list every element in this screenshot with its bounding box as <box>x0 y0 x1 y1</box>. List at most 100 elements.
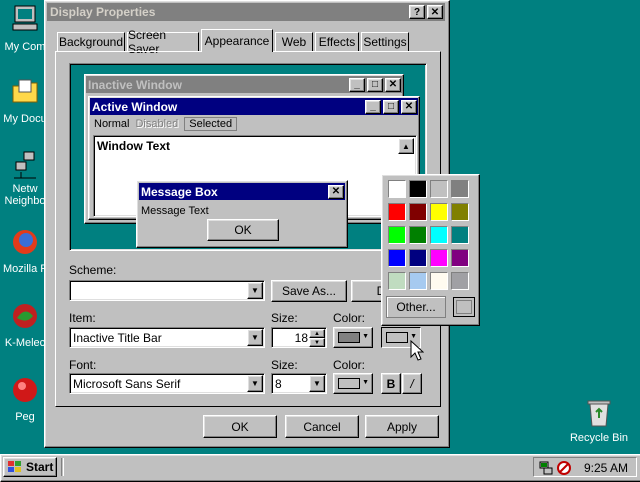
preview-inactive-title: Inactive Window <box>88 77 182 92</box>
window-title: Display Properties <box>50 5 156 19</box>
item-color2-swatch <box>386 332 408 343</box>
system-tray: 9:25 AM <box>533 457 637 477</box>
preview-menu-bar: Normal Disabled Selected <box>94 117 238 131</box>
scheme-label: Scheme: <box>69 263 117 277</box>
desktop-icon-my-documents[interactable]: My Docu <box>0 78 50 125</box>
tab-screen-saver[interactable]: Screen Saver <box>127 28 199 56</box>
bold-button[interactable]: B <box>381 373 401 394</box>
network-neighborhood-icon <box>14 151 36 179</box>
desktop-icon-network[interactable]: Netw Neighbo <box>0 150 50 207</box>
preview-window-text: Window Text <box>97 139 170 153</box>
color-swatch[interactable] <box>430 180 448 198</box>
scheme-select[interactable]: ▼ <box>69 280 265 301</box>
desktop-icon-label: Peg <box>15 411 35 423</box>
item-value: Inactive Title Bar <box>73 330 162 345</box>
close-icon: ✕ <box>328 184 344 199</box>
preview-menu-normal: Normal <box>94 118 130 130</box>
tab-background[interactable]: Background <box>57 32 125 51</box>
item-color-label: Color: <box>333 311 366 325</box>
tab-appearance[interactable]: Appearance <box>201 29 273 52</box>
item-select[interactable]: Inactive Title Bar ▼ <box>69 327 265 348</box>
desktop-icon-pegasus[interactable]: Peg <box>0 376 50 423</box>
item-size-spinner[interactable]: 18 ▲ ▼ <box>271 327 327 348</box>
scroll-up-icon: ▲ <box>398 138 414 154</box>
color-swatch[interactable] <box>451 203 469 221</box>
color-swatch[interactable] <box>409 180 427 198</box>
color-swatch[interactable] <box>430 272 448 290</box>
color-swatch[interactable] <box>388 226 406 244</box>
tab-effects[interactable]: Effects <box>315 32 359 51</box>
maximize-icon: □ <box>383 99 399 114</box>
color-swatch[interactable] <box>388 203 406 221</box>
desktop-icon-label: Netw <box>12 183 38 195</box>
ok-button[interactable]: OK <box>203 415 277 438</box>
preview-ok-button: OK <box>207 219 279 241</box>
window-titlebar[interactable]: Display Properties ? ✕ <box>47 3 445 21</box>
color-swatch[interactable] <box>430 203 448 221</box>
color-swatch[interactable] <box>388 249 406 267</box>
other-colors-button[interactable]: Other... <box>386 296 446 318</box>
taskbar: Start 9:25 AM <box>0 454 640 482</box>
chevron-down-icon[interactable]: ▼ <box>247 329 263 346</box>
tab-web[interactable]: Web <box>275 32 313 51</box>
minimize-icon: _ <box>365 99 381 114</box>
clock[interactable]: 9:25 AM <box>584 461 628 475</box>
preview-message-box-titlebar: Message Box ✕ <box>139 183 345 200</box>
my-documents-icon <box>12 79 38 103</box>
desktop-icon-label-2: Neighbo <box>4 195 46 207</box>
close-button[interactable]: ✕ <box>427 5 443 19</box>
tray-network-icon[interactable] <box>538 460 554 476</box>
spin-down-icon[interactable]: ▼ <box>309 338 325 347</box>
desktop-icon-my-computer[interactable]: My Com <box>0 4 50 53</box>
color-swatch[interactable] <box>409 226 427 244</box>
help-button[interactable]: ? <box>409 5 425 19</box>
color-swatch[interactable] <box>430 249 448 267</box>
color-swatch[interactable] <box>451 272 469 290</box>
chevron-down-icon[interactable]: ▼ <box>247 375 263 392</box>
desktop-icon-recycle-bin[interactable]: Recycle Bin <box>566 398 632 444</box>
item-size-label: Size: <box>271 311 298 325</box>
font-select[interactable]: Microsoft Sans Serif ▼ <box>69 373 265 394</box>
apply-button[interactable]: Apply <box>365 415 439 438</box>
color-swatch[interactable] <box>388 180 406 198</box>
close-icon: ✕ <box>385 77 401 92</box>
preview-active-title: Active Window <box>92 99 178 114</box>
chevron-down-icon[interactable]: ▼ <box>309 375 325 392</box>
mouse-cursor-icon <box>410 340 424 361</box>
color-swatch[interactable] <box>409 272 427 290</box>
font-size-select[interactable]: 8 ▼ <box>271 373 327 394</box>
save-as-button[interactable]: Save As... <box>271 280 347 302</box>
chevron-down-icon[interactable]: ▼ <box>247 282 263 299</box>
preview-message-text: Message Text <box>141 205 209 217</box>
italic-button[interactable]: / <box>402 373 422 394</box>
minimize-icon: _ <box>349 77 365 92</box>
tray-security-icon[interactable] <box>556 460 572 476</box>
color-swatch[interactable] <box>451 226 469 244</box>
start-button[interactable]: Start <box>3 457 57 477</box>
pegasus-icon <box>13 378 37 402</box>
tab-settings[interactable]: Settings <box>361 32 409 51</box>
item-color-button[interactable]: ▼ <box>333 327 373 348</box>
desktop-icon-label: My Docu <box>3 113 47 125</box>
color-swatch[interactable] <box>430 226 448 244</box>
color-swatch[interactable] <box>451 180 469 198</box>
preview-message-box-title: Message Box <box>141 184 218 199</box>
spin-up-icon[interactable]: ▲ <box>309 329 325 338</box>
recycle-bin-icon <box>587 400 611 427</box>
preview-menu-disabled: Disabled <box>135 118 179 130</box>
desktop-icon-k-meleon[interactable]: K-Melec <box>0 302 50 349</box>
font-size-label: Size: <box>271 358 298 372</box>
cancel-button[interactable]: Cancel <box>285 415 359 438</box>
selected-color-preview <box>453 297 475 317</box>
appearance-preview[interactable]: Inactive Window _ □ ✕ Active Window _ □ … <box>69 63 427 251</box>
font-color-button[interactable]: ▼ <box>333 373 373 394</box>
item-label: Item: <box>69 311 96 325</box>
color-swatch[interactable] <box>451 249 469 267</box>
windows-logo-icon <box>8 461 21 472</box>
color-swatch[interactable] <box>409 203 427 221</box>
desktop-icon-mozilla-firefox[interactable]: Mozilla F <box>0 228 50 275</box>
desktop-icon-label: My Com <box>4 41 46 53</box>
color-swatch[interactable] <box>409 249 427 267</box>
color-swatch[interactable] <box>388 272 406 290</box>
font-value: Microsoft Sans Serif <box>73 376 181 391</box>
